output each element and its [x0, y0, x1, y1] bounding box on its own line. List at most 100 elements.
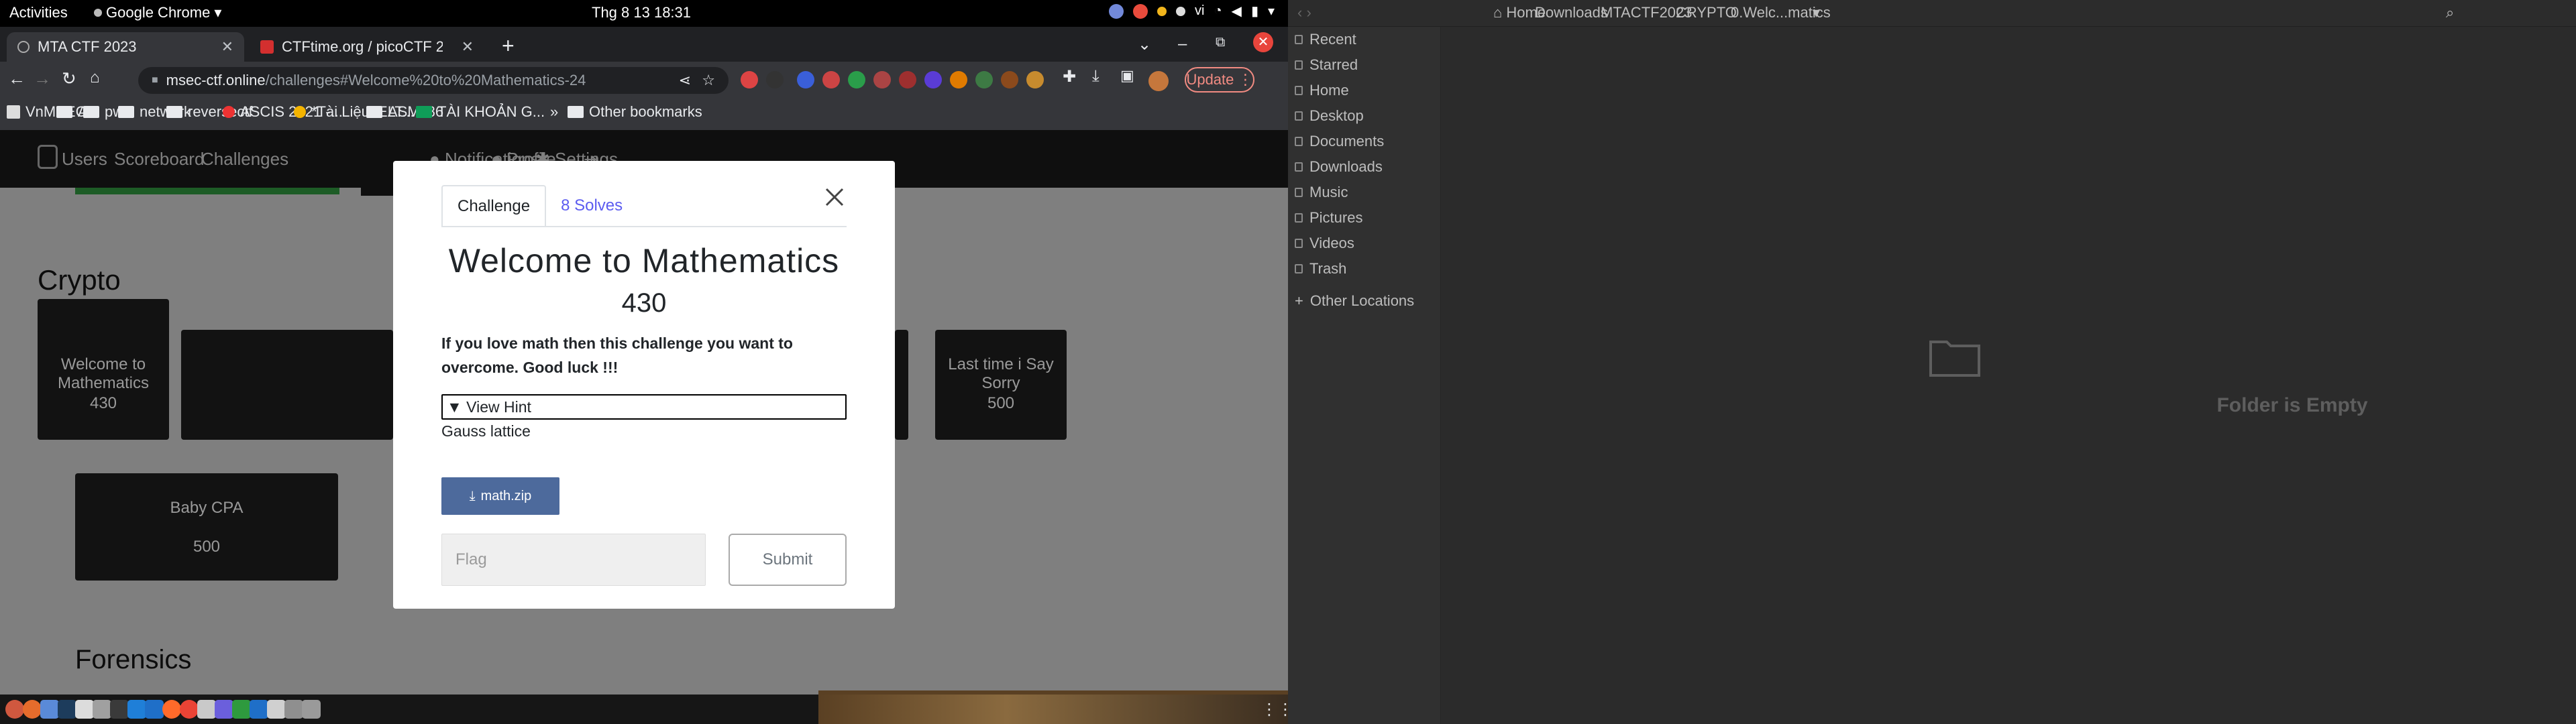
view-hint-toggle[interactable]: ▼ View Hint — [441, 394, 847, 420]
restore-icon[interactable]: ⧉ — [1216, 35, 1225, 50]
app-icon[interactable] — [145, 700, 164, 719]
clock[interactable]: Thg 8 13 18:31 — [592, 4, 691, 21]
sidebar-item-videos[interactable]: Videos — [1295, 235, 1354, 252]
update-button[interactable]: Update ⋮ — [1185, 67, 1254, 93]
challenge-card-baby-cpa[interactable]: Baby CPA 500 — [75, 473, 338, 581]
sidebar-item-desktop[interactable]: Desktop — [1295, 107, 1364, 125]
app-menu[interactable]: Google Chrome ▾ — [94, 4, 221, 21]
window-close-icon[interactable]: ✕ — [1253, 32, 1273, 52]
nav-users[interactable]: Users — [62, 149, 107, 170]
app-icon[interactable] — [267, 700, 286, 719]
volume-icon[interactable]: ◀ — [1232, 3, 1242, 19]
extension-icon[interactable] — [822, 71, 840, 88]
challenge-card-hidden-by-modal[interactable] — [181, 330, 393, 440]
lock-icon[interactable]: ■ — [152, 74, 158, 86]
address-bar[interactable]: ■ msec-ctf.online/challenges#Welcome%20t… — [138, 67, 729, 94]
sidebar-item-downloads[interactable]: Downloads — [1295, 158, 1383, 176]
extension-icon[interactable] — [1026, 71, 1044, 88]
system-tray[interactable]: vi ◔ ◀ ▮ ▾ — [1109, 3, 1275, 19]
tab-solves[interactable]: 8 Solves — [546, 185, 637, 227]
avatar[interactable] — [1148, 71, 1169, 91]
sidebar-item-documents[interactable]: Documents — [1295, 133, 1384, 150]
share-icon[interactable]: ⋖ — [679, 72, 691, 89]
back-icon[interactable]: ← — [8, 68, 25, 89]
sidebar-item-music[interactable]: Music — [1295, 184, 1348, 201]
terminal-icon[interactable] — [110, 700, 129, 719]
wifi-icon[interactable]: ◔ — [1214, 3, 1222, 19]
tab-mta-ctf[interactable]: MTA CTF 2023 ✕ — [7, 32, 244, 62]
close-icon[interactable] — [822, 185, 847, 209]
chevron-down-icon[interactable]: ▾ — [1268, 3, 1275, 19]
language-indicator[interactable]: vi — [1195, 3, 1204, 19]
extension-icon[interactable] — [766, 71, 784, 88]
extension-icon[interactable] — [924, 71, 942, 88]
nav-challenges[interactable]: Challenges — [201, 149, 288, 170]
download-file-button[interactable]: ⤓ math.zip — [441, 477, 559, 515]
sidebar-item-other-locations[interactable]: + Other Locations — [1295, 292, 1414, 310]
challenge-card-last-time-i-say-sorry[interactable]: Last time i Say Sorry 500 — [935, 330, 1067, 440]
challenge-card-welcome-to-mathematics[interactable]: Welcome to Mathematics 430 — [38, 330, 169, 440]
app-icon[interactable] — [232, 700, 251, 719]
app-icon[interactable] — [58, 700, 76, 719]
sidebar-item-pictures[interactable]: Pictures — [1295, 209, 1362, 227]
app-icon[interactable] — [284, 700, 303, 719]
tab-search-icon[interactable]: ⌄ — [1138, 35, 1151, 54]
close-icon[interactable]: ✕ — [221, 38, 233, 56]
tab-ctftime[interactable]: CTFtime.org / picoCTF 20 ✕ — [250, 32, 484, 62]
extension-icon[interactable] — [848, 71, 865, 88]
minimize-icon[interactable]: – — [1178, 35, 1187, 54]
flag-input[interactable]: Flag — [441, 534, 706, 586]
new-tab-icon[interactable]: + — [502, 34, 515, 58]
extension-icon[interactable] — [873, 71, 891, 88]
ctfd-logo-icon[interactable] — [38, 145, 58, 169]
close-icon[interactable]: ✕ — [462, 38, 474, 56]
text-editor-icon[interactable] — [75, 700, 94, 719]
bookmarks-overflow[interactable]: » — [550, 103, 558, 121]
app-icon[interactable] — [93, 700, 111, 719]
breadcrumb-downloads[interactable]: Downloads — [1535, 4, 1608, 21]
app-icon[interactable] — [302, 700, 321, 719]
breadcrumb-crypto[interactable]: CRYPTO — [1676, 4, 1737, 21]
app-icon[interactable] — [250, 700, 268, 719]
extension-icon[interactable] — [1001, 71, 1018, 88]
bookmark-star-icon[interactable]: ☆ — [702, 72, 715, 89]
reload-icon[interactable]: ↻ — [62, 68, 76, 89]
extension-icon[interactable] — [741, 71, 758, 88]
extension-icon[interactable] — [975, 71, 993, 88]
bookmark-tai-khoan[interactable]: TÀI KHOẢN G... — [416, 103, 545, 121]
submit-button[interactable]: Submit — [729, 534, 847, 586]
battery-icon[interactable]: ▮ — [1251, 3, 1258, 19]
image-viewer-icon[interactable] — [197, 700, 216, 719]
extension-icon[interactable] — [950, 71, 967, 88]
challenge-card-hidden-by-modal[interactable] — [895, 330, 908, 440]
activities-button[interactable]: Activities — [9, 4, 68, 21]
search-icon[interactable]: ⌕ — [2446, 4, 2454, 21]
update-icon[interactable] — [1157, 6, 1167, 16]
chevron-down-icon[interactable]: ▾ — [1813, 4, 1820, 21]
forward-icon[interactable]: → — [34, 68, 51, 89]
burp-icon[interactable] — [162, 700, 181, 719]
side-panel-icon[interactable]: ▣ — [1120, 67, 1134, 84]
bookmark-other[interactable]: Other bookmarks — [568, 103, 702, 121]
vscode-icon[interactable] — [127, 700, 146, 719]
discord-icon[interactable] — [1109, 3, 1124, 19]
extension-icon[interactable] — [899, 71, 916, 88]
nav-scoreboard[interactable]: Scoreboard — [114, 149, 204, 170]
sidebar-item-recent[interactable]: Recent — [1295, 31, 1356, 48]
extensions-puzzle-icon[interactable]: ✚ — [1063, 67, 1076, 86]
app-icon[interactable] — [5, 700, 24, 719]
firefox-icon[interactable] — [23, 700, 42, 719]
chrome-status-icon[interactable] — [1133, 3, 1148, 19]
sidebar-item-trash[interactable]: Trash — [1295, 260, 1346, 278]
download-icon[interactable]: ⤓ — [1092, 67, 1099, 86]
sidebar-item-starred[interactable]: Starred — [1295, 56, 1358, 74]
back-icon[interactable]: ‹ › — [1297, 4, 1311, 21]
network-icon[interactable] — [1176, 6, 1185, 16]
app-icon[interactable] — [215, 700, 233, 719]
tab-challenge[interactable]: Challenge — [441, 185, 547, 227]
files-icon[interactable] — [40, 700, 59, 719]
chrome-icon[interactable] — [180, 700, 199, 719]
home-icon[interactable]: ⌂ — [90, 68, 100, 87]
extension-icon[interactable] — [797, 71, 814, 88]
sidebar-item-home[interactable]: Home — [1295, 82, 1349, 99]
